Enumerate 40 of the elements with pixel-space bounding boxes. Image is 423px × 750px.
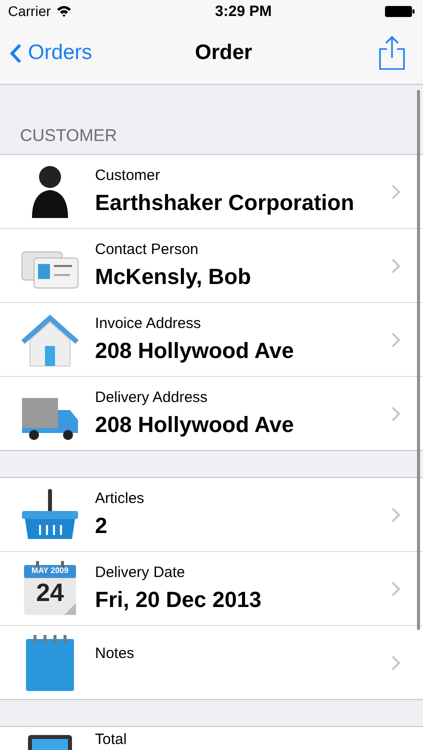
calendar-day: 24: [24, 580, 76, 606]
share-icon[interactable]: [379, 36, 405, 70]
list-row[interactable]: Delivery Address 208 Hollywood Ave: [0, 376, 423, 450]
row-label: Articles: [95, 490, 146, 507]
row-value: McKensly, Bob: [95, 264, 252, 290]
list-row[interactable]: Customer Earthshaker Corporation: [0, 155, 423, 228]
battery-icon: [384, 6, 415, 16]
chevron-icon: [391, 258, 401, 274]
back-chevron-icon: [10, 42, 22, 64]
row-value: Fri, 20 Dec 2013: [95, 587, 262, 613]
chevron-icon: [391, 184, 401, 200]
row-label: Contact Person: [95, 241, 200, 258]
row-label: Notes: [95, 644, 136, 662]
list-row[interactable]: Total: [0, 727, 423, 750]
list-row[interactable]: Contact Person McKensly, Bob: [0, 228, 423, 302]
list-row[interactable]: Notes: [0, 625, 423, 699]
section-header: CUSTOMER: [19, 125, 118, 147]
row-label: Invoice Address: [95, 315, 202, 332]
row-value: 208 Hollywood Ave: [95, 338, 295, 364]
list-row[interactable]: Articles 2: [0, 478, 423, 551]
list-row[interactable]: MAY 2009 24 Delivery Date Fri, 20 Dec 2013: [0, 551, 423, 625]
chevron-icon: [391, 654, 401, 670]
calendar-month: MAY 2009: [30, 566, 70, 574]
row-value: 208 Hollywood Ave: [95, 412, 295, 438]
back-button[interactable]: Orders: [10, 41, 92, 65]
chevron-icon: [391, 580, 401, 596]
row-label: Delivery Address: [95, 389, 209, 406]
row-value: 2: [95, 513, 108, 539]
chevron-icon: [391, 506, 401, 522]
list-row[interactable]: Invoice Address 208 Hollywood Ave: [0, 302, 423, 376]
wifi-icon: [56, 5, 72, 17]
row-value: Earthshaker Corporation: [95, 190, 356, 216]
row-label: Delivery Date: [95, 564, 186, 581]
nav-title: Order: [195, 41, 252, 65]
chevron-icon: [391, 406, 401, 422]
chevron-icon: [391, 332, 401, 348]
row-label: Total: [95, 731, 128, 748]
carrier-name: Carrier: [8, 3, 51, 19]
row-label: Customer: [95, 167, 162, 184]
status-time: 3:29 PM: [215, 2, 272, 20]
